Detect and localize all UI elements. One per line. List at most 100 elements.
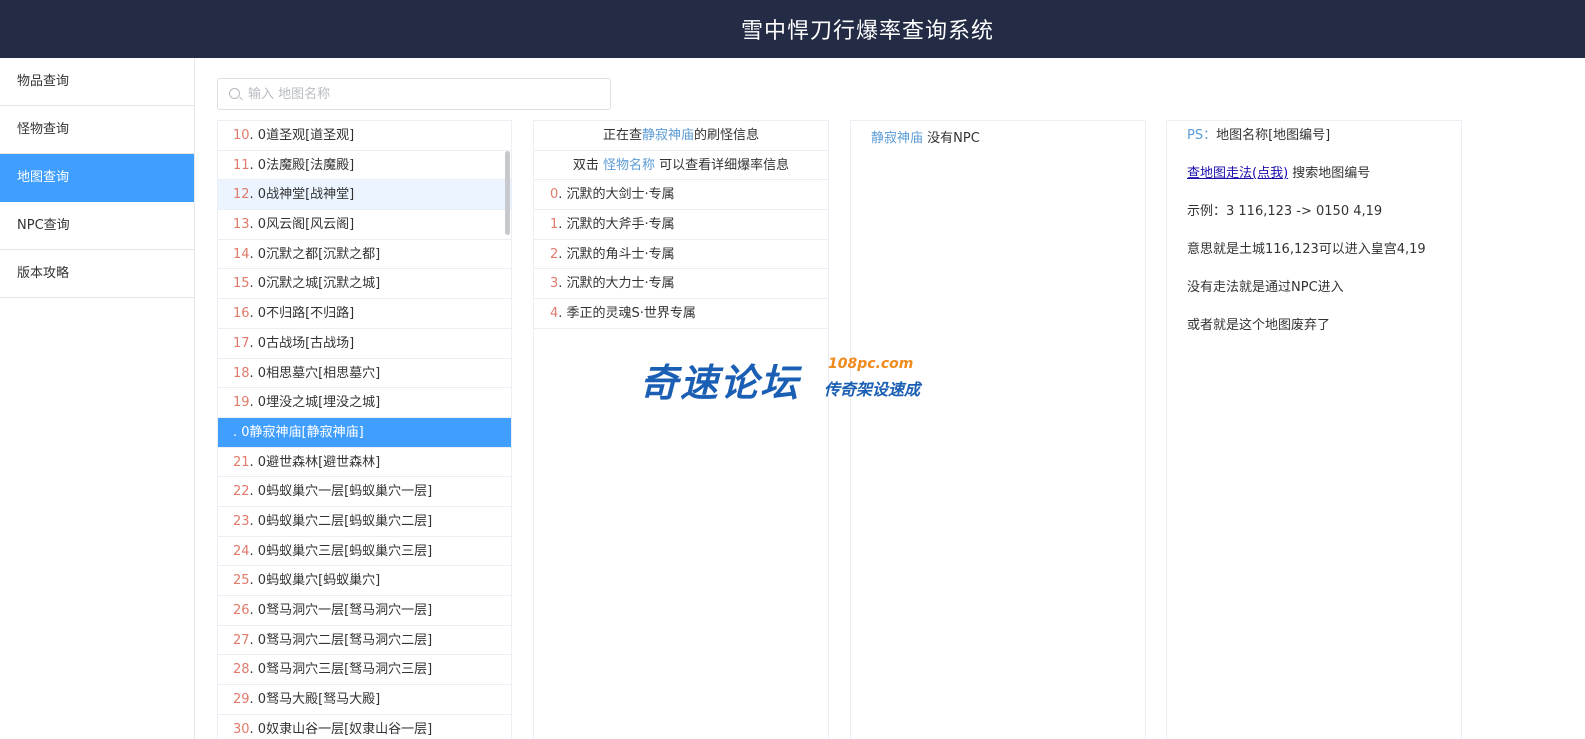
monster-list-label: . 沉默的大力士·专属 xyxy=(558,276,675,292)
map-list-label: . 0相思墓穴[相思墓穴] xyxy=(249,365,381,381)
map-list-index: 14 xyxy=(233,246,250,262)
example-line: 示例：3 116,123 -> 0150 4,19 xyxy=(1187,204,1383,219)
monster-list-label: . 沉默的大剑士·专属 xyxy=(558,187,675,203)
map-search-input[interactable] xyxy=(248,79,603,109)
info-panel: PS：地图名称[地图编号] 查地图走法(点我) 搜索地图编号 示例：3 116,… xyxy=(1166,120,1462,739)
monster-panel-hint: 双击 怪物名称 可以查看详细爆率信息 xyxy=(534,151,828,181)
npc-map-name: 静寂神庙 xyxy=(871,131,924,146)
map-list-index: 12 xyxy=(233,187,250,203)
map-list-label: . 0奴隶山谷一层[奴隶山谷一层] xyxy=(249,721,433,737)
monster-list-item[interactable]: 2. 沉默的角斗士·专属 xyxy=(534,240,828,270)
map-list-index: 23 xyxy=(233,513,250,529)
map-list-index: 29 xyxy=(233,692,250,708)
map-list-index: 10 xyxy=(233,128,250,143)
meaning-line: 意思就是土城116,123可以进入皇宫4,19 xyxy=(1187,242,1426,257)
map-list-index: 25 xyxy=(233,573,250,589)
map-list-label: . 0蚂蚁巢穴一层[蚂蚁巢穴一层] xyxy=(249,484,433,500)
monster-list-label: . 沉默的角斗士·专属 xyxy=(558,246,675,262)
ps-line: PS：地图名称[地图编号] xyxy=(1167,121,1461,159)
map-list-item[interactable]: 23. 0蚂蚁巢穴二层[蚂蚁巢穴二层] xyxy=(218,507,511,537)
ps-label: PS： xyxy=(1187,128,1217,143)
map-list-label: . 0静寂神庙[静寂神庙] xyxy=(233,424,364,440)
ps-text: 地图名称[地图编号] xyxy=(1216,128,1331,143)
watermark-sub: 传奇架设速成 xyxy=(824,380,921,399)
map-list-item[interactable]: 10. 0道圣观[道圣观] xyxy=(218,121,511,151)
map-list-item[interactable]: . 0静寂神庙[静寂神庙] xyxy=(218,417,511,448)
sidebar: 物品查询 怪物查询 地图查询 NPC查询 版本攻略 xyxy=(0,58,195,739)
map-list-label: . 0蚂蚁巢穴三层[蚂蚁巢穴三层] xyxy=(249,543,433,559)
map-list-item[interactable]: 16. 0不归路[不归路] xyxy=(218,299,511,329)
map-list-index: 21 xyxy=(233,454,250,470)
sidebar-item-map-query[interactable]: 地图查询 xyxy=(0,154,194,202)
map-list-index: 15 xyxy=(233,276,250,292)
map-list-item[interactable]: 21. 0避世森林[避世森林] xyxy=(218,448,511,478)
search-box xyxy=(217,78,611,110)
sidebar-item-npc-query[interactable]: NPC查询 xyxy=(0,202,194,250)
title-suffix: 的刷怪信息 xyxy=(694,128,760,143)
map-list-label: . 0驽马洞穴二层[驽马洞穴二层] xyxy=(249,632,433,648)
map-list-label: . 0古战场[古战场] xyxy=(249,335,355,351)
map-list-item[interactable]: 11. 0法魔殿[法魔殿] xyxy=(218,151,511,181)
scrollbar-thumb[interactable] xyxy=(505,151,510,235)
sidebar-item-item-query[interactable]: 物品查询 xyxy=(0,58,194,106)
current-map-name: 静寂神庙 xyxy=(641,128,694,143)
map-list-item[interactable]: 28. 0驽马洞穴三层[驽马洞穴三层] xyxy=(218,655,511,686)
map-route-link[interactable]: 查地图走法(点我) xyxy=(1187,166,1288,181)
map-list-item[interactable]: 30. 0奴隶山谷一层[奴隶山谷一层] xyxy=(218,715,511,739)
map-list-item[interactable]: 15. 0沉默之城[沉默之城] xyxy=(218,269,511,300)
monster-panel-title: 正在查静寂神庙的刷怪信息 xyxy=(534,121,828,151)
abandoned-line: 或者就是这个地图废弃了 xyxy=(1187,318,1331,333)
map-list-item[interactable]: 19. 0埋没之城[埋没之城] xyxy=(218,388,511,418)
map-list-label: . 0蚂蚁巢穴二层[蚂蚁巢穴二层] xyxy=(249,513,433,529)
map-list-item[interactable]: 25. 0蚂蚁巢穴[蚂蚁巢穴] xyxy=(218,566,511,596)
map-list-index: 16 xyxy=(233,306,250,322)
map-list-label: . 0法魔殿[法魔殿] xyxy=(249,157,355,173)
map-list-label: . 0避世森林[避世森林] xyxy=(249,454,381,470)
monster-list-item[interactable]: 3. 沉默的大力士·专属 xyxy=(534,269,828,300)
npc-status-text: 没有NPC xyxy=(927,131,980,146)
map-list-index: 26 xyxy=(233,603,250,618)
map-list-item[interactable]: 13. 0风云阁[风云阁] xyxy=(218,210,511,240)
hint-suffix: 可以查看详细爆率信息 xyxy=(659,157,790,173)
map-list-panel: 10. 0道圣观[道圣观] 11. 0法魔殿[法魔殿] 12. 0战神堂[战神堂] 1… xyxy=(217,120,512,739)
monster-list-label: . 季正的灵魂S·世界专属 xyxy=(558,306,696,322)
map-list-item[interactable]: 29. 0驽马大殿[驽马大殿] xyxy=(218,685,511,715)
hint-prefix: 双击 xyxy=(572,157,599,173)
sidebar-item-version-guide[interactable]: 版本攻略 xyxy=(0,250,194,298)
map-list-index: 19 xyxy=(233,395,250,411)
monster-list-item[interactable]: 0. 沉默的大剑士·专属 xyxy=(534,180,828,211)
page-title: 雪中悍刀行爆率查询系统 xyxy=(740,19,994,44)
map-list-item[interactable]: 17. 0古战场[古战场] xyxy=(218,329,511,359)
map-list-label: . 0埋没之城[埋没之城] xyxy=(249,395,381,411)
hint-monster-name: 怪物名称 xyxy=(602,157,655,173)
map-list-label: . 0战神堂[战神堂] xyxy=(249,187,355,203)
monster-list-item[interactable]: 1. 沉默的大斧手·专属 xyxy=(534,210,828,240)
monster-list-item[interactable]: 4. 季正的灵魂S·世界专属 xyxy=(534,299,828,329)
map-list-index: 22 xyxy=(233,484,250,500)
route-link-suffix: 搜索地图编号 xyxy=(1292,166,1371,181)
npc-panel: 静寂神庙 没有NPC xyxy=(850,120,1146,739)
map-list-label: . 0风云阁[风云阁] xyxy=(249,217,355,233)
watermark-url: 108pc.com xyxy=(828,356,914,372)
map-list-label: . 0不归路[不归路] xyxy=(249,306,355,322)
map-list-item[interactable]: 24. 0蚂蚁巢穴三层[蚂蚁巢穴三层] xyxy=(218,537,511,567)
map-list-index: 28 xyxy=(233,662,250,678)
map-list-item[interactable]: 14. 0沉默之都[沉默之都] xyxy=(218,240,511,270)
route-link-line: 查地图走法(点我) 搜索地图编号 xyxy=(1167,159,1461,197)
sidebar-item-monster-query[interactable]: 怪物查询 xyxy=(0,106,194,154)
map-list-label: . 0沉默之城[沉默之城] xyxy=(249,276,381,292)
title-prefix: 正在查 xyxy=(602,128,642,143)
map-list-item[interactable]: 18. 0相思墓穴[相思墓穴] xyxy=(218,359,511,389)
map-list-label: . 0驽马洞穴三层[驽马洞穴三层] xyxy=(249,662,433,678)
map-list-item[interactable]: 22. 0蚂蚁巢穴一层[蚂蚁巢穴一层] xyxy=(218,477,511,507)
map-list-label: . 0道圣观[道圣观] xyxy=(249,128,355,143)
map-list-item[interactable]: 27. 0驽马洞穴二层[驽马洞穴二层] xyxy=(218,626,511,656)
map-list-label: . 0蚂蚁巢穴[蚂蚁巢穴] xyxy=(249,573,381,589)
top-header: 雪中悍刀行爆率查询系统 xyxy=(0,0,1585,58)
map-list-item[interactable]: 26. 0驽马洞穴一层[驽马洞穴一层] xyxy=(218,596,511,626)
map-list-item[interactable]: 12. 0战神堂[战神堂] xyxy=(218,180,511,211)
monster-list-label: . 沉默的大斧手·专属 xyxy=(558,217,675,233)
map-list-index: 30 xyxy=(233,721,250,737)
npc-info-line: 静寂神庙 没有NPC xyxy=(851,121,1145,146)
no-route-line: 没有走法就是通过NPC进入 xyxy=(1187,280,1344,295)
